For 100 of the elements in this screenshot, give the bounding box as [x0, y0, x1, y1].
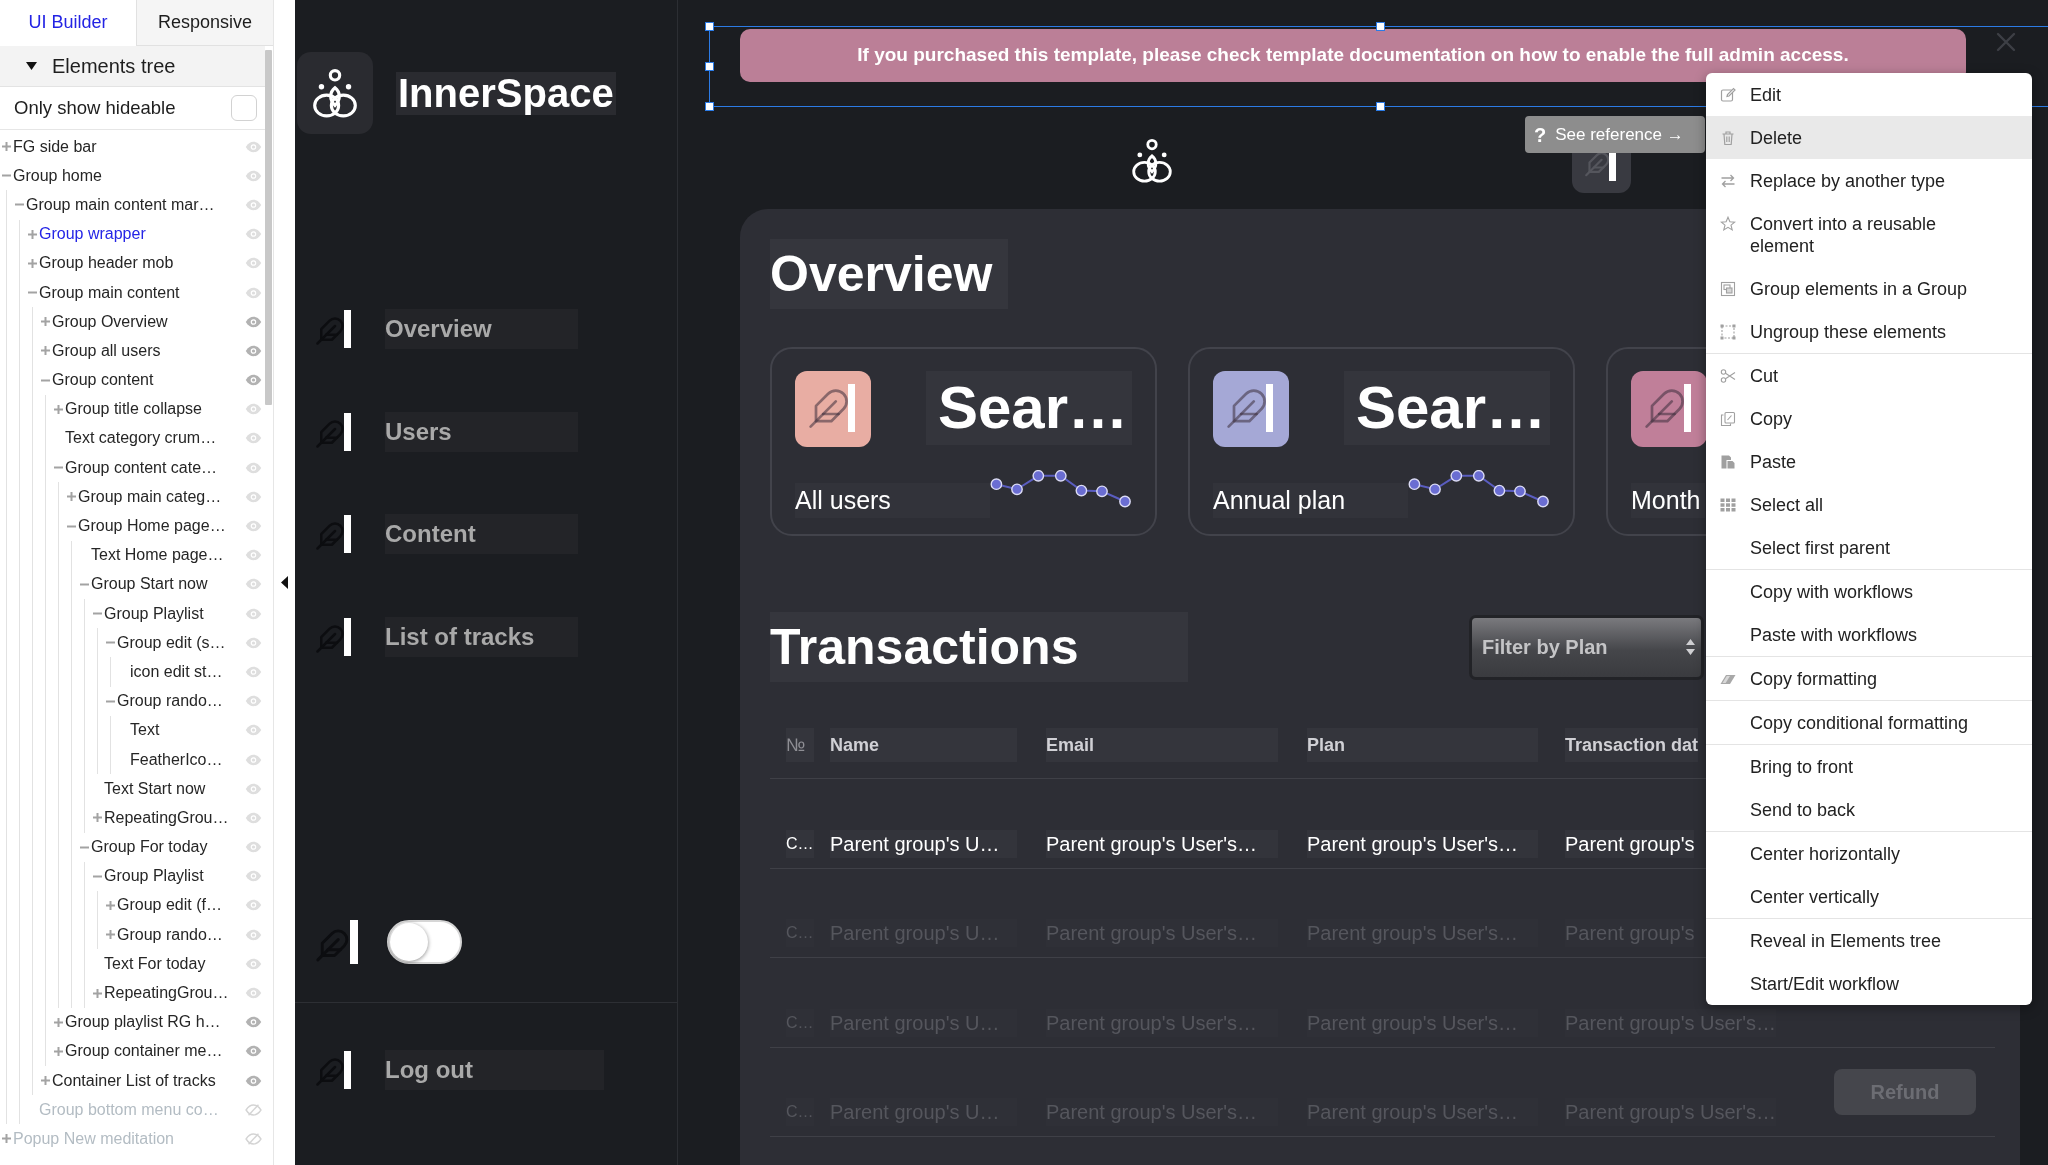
menu-item[interactable]: Copy conditional formatting — [1706, 701, 2032, 744]
eye-icon[interactable] — [245, 461, 262, 474]
menu-item[interactable]: Replace by another type — [1706, 159, 2032, 202]
menu-item[interactable]: Convert into a reusable element — [1706, 202, 2032, 267]
tree-item[interactable]: Group playlist RG h… — [52, 1007, 265, 1037]
checkbox[interactable] — [231, 95, 257, 121]
eye-off-icon[interactable] — [245, 1132, 262, 1145]
menu-item[interactable]: Delete — [1706, 116, 2032, 159]
eye-off-icon[interactable] — [245, 1103, 262, 1116]
tree-item[interactable]: Group main content — [26, 277, 265, 308]
menu-item[interactable]: Bring to front — [1706, 745, 2032, 788]
tree-item[interactable]: RepeatingGrou… — [91, 803, 265, 833]
eye-icon[interactable] — [245, 841, 262, 854]
tree-item[interactable]: Group rando… — [104, 920, 265, 950]
nav-link[interactable]: Content — [385, 514, 578, 555]
plus-icon[interactable] — [2, 142, 11, 152]
plus-icon[interactable] — [41, 346, 50, 356]
plus-icon[interactable] — [41, 1076, 50, 1086]
tree-item[interactable]: Group main categ… — [65, 482, 265, 512]
plus-icon[interactable] — [93, 813, 102, 823]
nav-link[interactable]: Overview — [385, 309, 578, 349]
eye-icon[interactable] — [245, 228, 262, 241]
resize-handle[interactable] — [705, 22, 714, 31]
tree-item[interactable]: Group Home page… — [65, 511, 265, 541]
eye-icon[interactable] — [245, 578, 262, 591]
plus-icon[interactable] — [67, 492, 76, 502]
plus-icon[interactable] — [54, 1017, 63, 1027]
eye-icon[interactable] — [245, 1016, 262, 1029]
menu-item[interactable]: Start/Edit workflow — [1706, 962, 2032, 1005]
plus-icon[interactable] — [54, 404, 63, 414]
menu-item[interactable]: Center horizontally — [1706, 832, 2032, 875]
nav-link[interactable]: Users — [385, 411, 578, 452]
collapse-caret-icon[interactable] — [281, 576, 288, 589]
tree-item[interactable]: Group title collapse — [52, 394, 265, 424]
plus-icon[interactable] — [93, 988, 102, 998]
eye-icon[interactable] — [245, 315, 262, 328]
eye-icon[interactable] — [245, 549, 262, 562]
eye-icon[interactable] — [245, 695, 262, 708]
menu-item[interactable]: Paste — [1706, 440, 2032, 483]
toggle-switch[interactable] — [387, 920, 462, 964]
plus-icon[interactable] — [106, 930, 115, 940]
eye-icon[interactable] — [245, 140, 262, 153]
eye-icon[interactable] — [245, 870, 262, 883]
tree-item[interactable]: Group edit (f… — [104, 890, 265, 921]
eye-icon[interactable] — [245, 607, 262, 620]
plus-icon[interactable] — [106, 900, 115, 910]
tree-item[interactable]: Group wrapper — [26, 219, 265, 249]
eye-icon[interactable] — [245, 374, 262, 387]
eye-icon[interactable] — [245, 636, 262, 649]
menu-item[interactable]: Group elements in a Group — [1706, 267, 2032, 310]
tree-item[interactable]: RepeatingGrou… — [91, 978, 265, 1008]
tree-item[interactable]: Group Overview — [39, 307, 265, 337]
eye-icon[interactable] — [245, 1074, 262, 1087]
eye-icon[interactable] — [245, 811, 262, 824]
nav-link[interactable]: List of tracks — [385, 617, 578, 658]
menu-item[interactable]: Select all — [1706, 483, 2032, 526]
tree-item[interactable]: Group content cate… — [52, 453, 265, 483]
tree-item[interactable]: Group rando… — [104, 686, 265, 716]
resize-handle[interactable] — [1376, 102, 1385, 111]
eye-icon[interactable] — [245, 753, 262, 766]
eye-icon[interactable] — [245, 403, 262, 416]
eye-icon[interactable] — [245, 490, 262, 503]
eye-icon[interactable] — [245, 1045, 262, 1058]
tree-item[interactable]: Group Playlist — [91, 599, 265, 629]
close-icon[interactable] — [1996, 32, 2016, 52]
eye-icon[interactable] — [245, 928, 262, 941]
tree-item[interactable]: FG side bar — [0, 132, 265, 162]
tree-item[interactable]: Text Home page… — [78, 540, 265, 570]
menu-item[interactable]: Send to back — [1706, 788, 2032, 831]
elements-tree-header[interactable]: Elements tree — [0, 46, 265, 87]
tree-item[interactable]: Text — [117, 715, 265, 745]
editor-tab[interactable]: Responsive — [136, 0, 273, 46]
tree-item[interactable]: icon edit st… — [117, 657, 265, 687]
resize-handle[interactable] — [1376, 22, 1385, 31]
menu-item[interactable]: Select first parent — [1706, 526, 2032, 569]
eye-icon[interactable] — [245, 782, 262, 795]
tree-item[interactable]: FeatherIco… — [117, 744, 265, 775]
eye-icon[interactable] — [245, 665, 262, 678]
eye-icon[interactable] — [245, 957, 262, 970]
resize-handle[interactable] — [705, 102, 714, 111]
menu-item[interactable]: Copy formatting — [1706, 657, 2032, 700]
plus-icon[interactable] — [2, 1134, 11, 1144]
plus-icon[interactable] — [54, 1046, 63, 1056]
resize-handle[interactable] — [705, 62, 714, 71]
menu-item[interactable]: Copy with workflows — [1706, 570, 2032, 613]
tree-item[interactable]: Container List of tracks — [39, 1066, 265, 1096]
plus-icon[interactable] — [28, 258, 37, 268]
eye-icon[interactable] — [245, 987, 262, 1000]
plus-icon[interactable] — [41, 317, 50, 327]
eye-icon[interactable] — [245, 724, 262, 737]
menu-item[interactable]: Cut — [1706, 354, 2032, 397]
eye-icon[interactable] — [245, 198, 262, 211]
eye-icon[interactable] — [245, 257, 262, 270]
tree-item[interactable]: Group Playlist — [91, 861, 265, 891]
menu-item[interactable]: Reveal in Elements tree — [1706, 919, 2032, 962]
tree-item[interactable]: Text For today — [91, 949, 265, 979]
tree-item[interactable]: Group main content mar… — [13, 190, 265, 220]
tree-item[interactable]: Group all users — [39, 336, 265, 366]
plus-icon[interactable] — [28, 229, 37, 239]
eye-icon[interactable] — [245, 520, 262, 533]
